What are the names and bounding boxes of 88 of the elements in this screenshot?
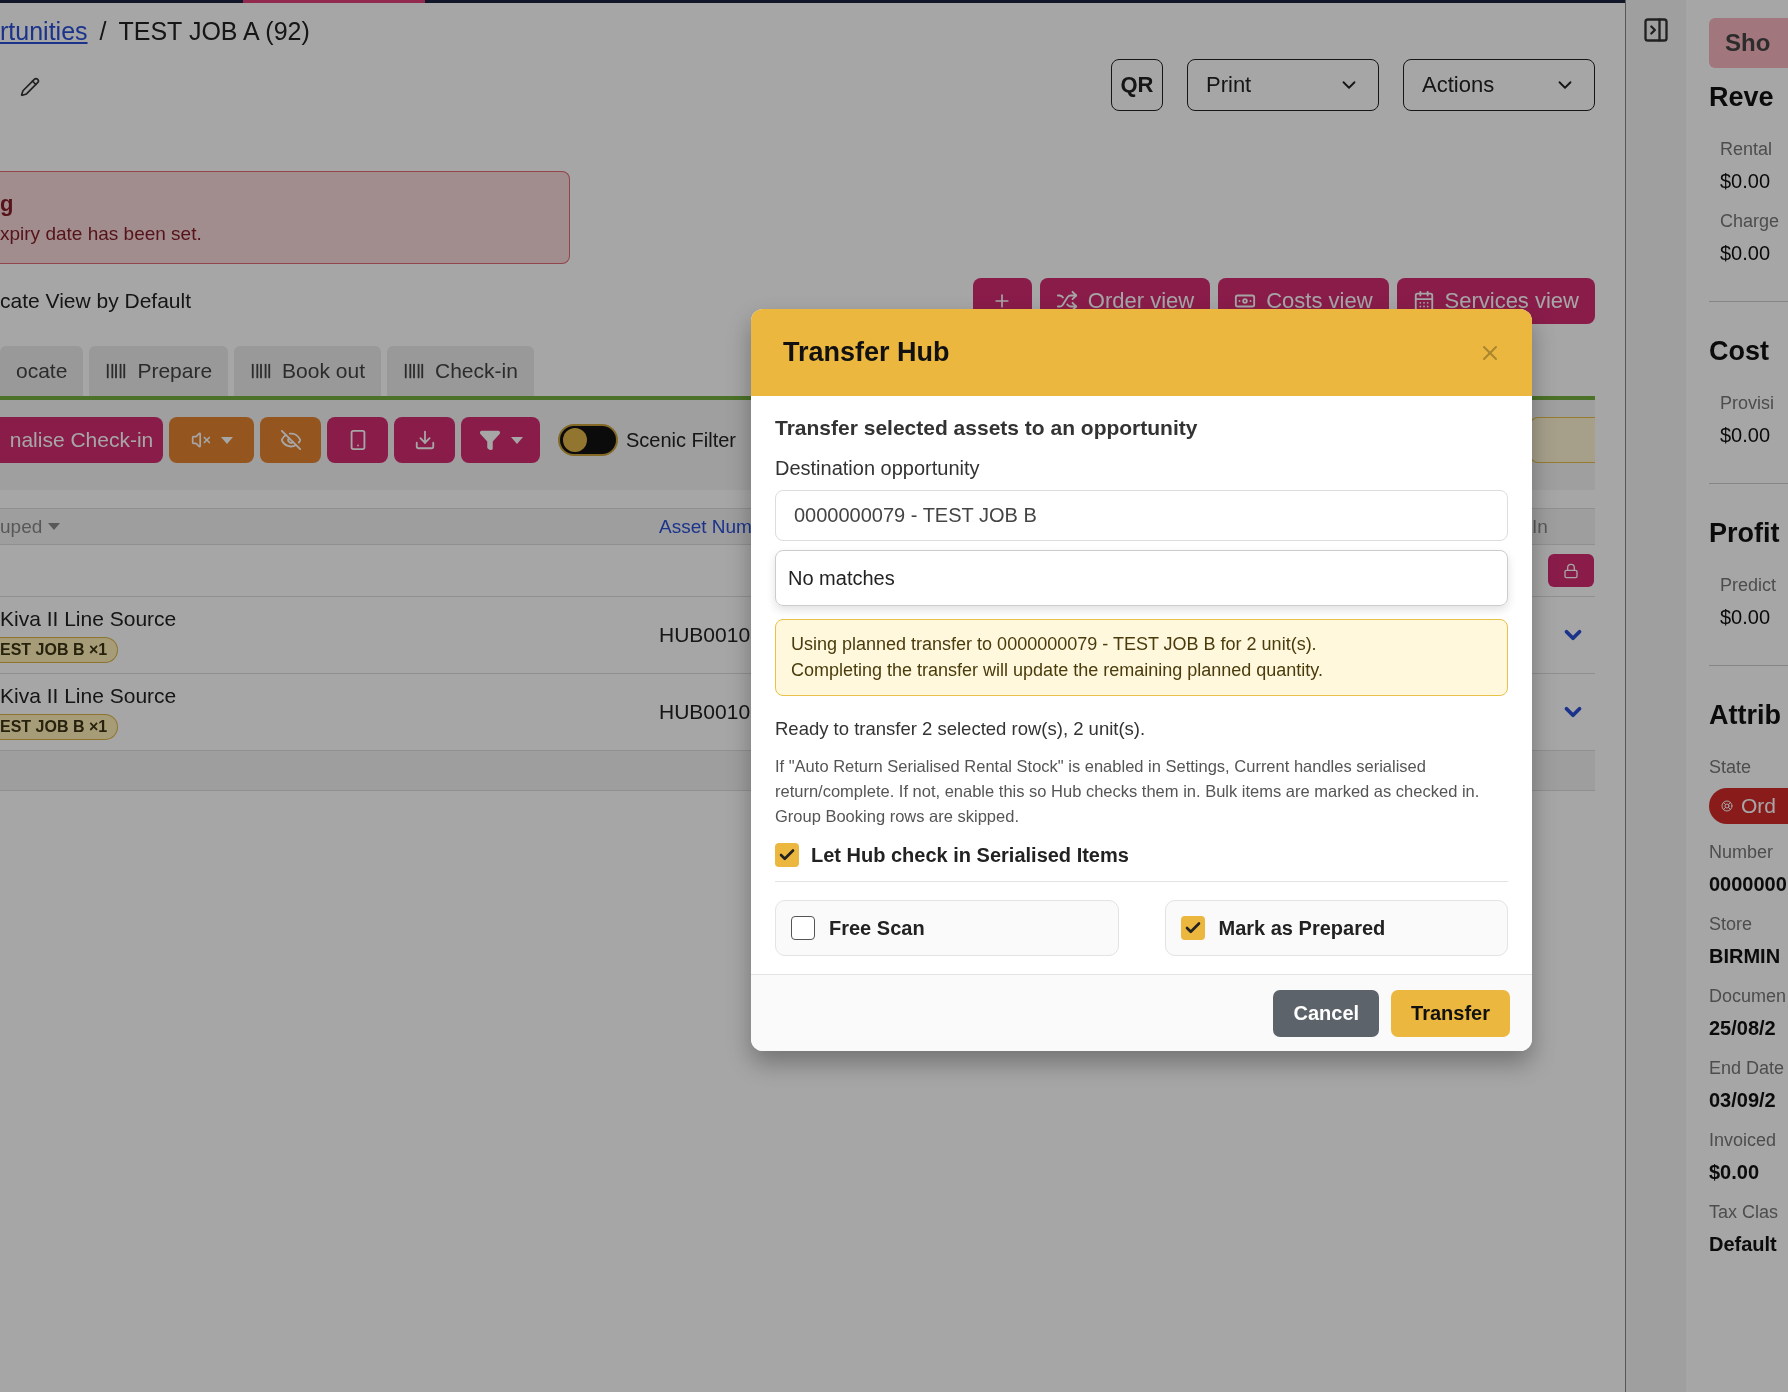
field-value: $0.00 <box>1720 170 1772 193</box>
section-title: Cost <box>1709 336 1770 367</box>
field-label: Number <box>1709 842 1775 863</box>
checkbox[interactable] <box>791 916 815 940</box>
job-tag: EST JOB B ×1 <box>0 637 119 663</box>
asset-number: HUB0010 <box>659 623 751 647</box>
pencil-icon[interactable] <box>20 77 40 97</box>
tab[interactable]: Check-in <box>387 346 534 396</box>
section-title: Reve <box>1709 82 1775 113</box>
cancel-button[interactable]: Cancel <box>1273 989 1380 1037</box>
field-value: Default <box>1709 1233 1778 1256</box>
checkbox-label: Free Scan <box>829 916 925 940</box>
option-card[interactable]: Free Scan <box>775 900 1119 956</box>
job-tag: EST JOB B ×1 <box>0 714 119 740</box>
lock-button[interactable] <box>1548 554 1594 587</box>
field-value: 25/08/2 <box>1709 1017 1777 1040</box>
notice-text: Using planned transfer to 0000000079 - TEST JOB B for 2 unit(s). <box>791 634 1318 655</box>
checkbox-label: Let Hub check in Serialised Items <box>811 843 1129 867</box>
caret-icon <box>510 436 523 444</box>
mobile-button[interactable] <box>327 417 388 463</box>
download-button[interactable] <box>394 417 455 463</box>
sidebar-toggle-icon[interactable] <box>1642 16 1670 44</box>
toggle-switch[interactable] <box>558 424 618 456</box>
transfer-button[interactable]: Transfer <box>1391 989 1510 1037</box>
field-label: Destination opportunity <box>775 457 981 480</box>
show-button[interactable]: Sho <box>1709 18 1788 68</box>
field-value: $0.00 <box>1709 1161 1761 1184</box>
field-label: Store <box>1709 914 1754 935</box>
section-title: Attrib <box>1709 700 1782 731</box>
tab[interactable]: Prepare <box>89 346 229 396</box>
caret-icon <box>220 436 233 444</box>
option-card[interactable]: Mark as Prepared <box>1164 900 1508 956</box>
dropdown-button[interactable]: Print <box>1187 59 1379 111</box>
column-header[interactable]: Asset Num <box>659 515 752 538</box>
help-text: If "Auto Return Serialised Rental Stock" is enabled in Settings, Current handles serialised return/complete. If not, enable this so Hub checks them in. Bulk items are marked as checked in. Group Booking rows are skipped. <box>775 756 1481 827</box>
qr-button[interactable]: QR <box>1111 59 1163 111</box>
modal-subtitle: Transfer selected assets to an opportunity <box>775 416 1199 440</box>
asset-number: HUB0010 <box>659 700 751 724</box>
filter-dropdown-button[interactable] <box>461 417 540 463</box>
breadcrumb-separator: / <box>99 16 107 46</box>
alert-message: xpiry date has been set. <box>0 222 203 245</box>
eye-off-icon <box>279 429 302 451</box>
summary-text: Ready to transfer 2 selected row(s), 2 unit(s). <box>775 718 1147 740</box>
field-label: Invoiced <box>1709 1130 1778 1151</box>
field-label: End Date <box>1709 1058 1786 1079</box>
column-header[interactable]: uped <box>0 515 61 538</box>
breadcrumb-current: TEST JOB A (92) <box>118 16 310 46</box>
tab[interactable]: Book out <box>234 346 381 396</box>
checkbox[interactable] <box>775 843 799 867</box>
tab[interactable]: ocate <box>0 346 84 396</box>
dropdown-button[interactable]: Actions <box>1403 59 1595 111</box>
modal-title: Transfer Hub <box>783 337 950 368</box>
checkbox-label: Mark as Prepared <box>1218 916 1386 940</box>
notice-text: Completing the transfer will update the remaining planned quantity. <box>791 660 1324 681</box>
field-value: BIRMIN <box>1709 945 1782 968</box>
download-icon <box>413 429 436 451</box>
suggestion-list[interactable]: No matches <box>775 550 1508 606</box>
muted-speaker-icon <box>190 430 211 450</box>
breadcrumb-link[interactable]: rtunities <box>0 16 88 46</box>
item-name: Kiva II Line Source <box>0 607 178 631</box>
field-label: Charge <box>1720 211 1781 232</box>
field-label: Predict <box>1720 575 1778 596</box>
section-title: Profit <box>1709 518 1781 549</box>
notice-panel <box>1530 417 1595 463</box>
field-value: 0000000 <box>1709 873 1788 896</box>
filter-icon <box>478 429 501 451</box>
field-value: $0.00 <box>1720 606 1772 629</box>
field-value: 03/09/2 <box>1709 1089 1777 1112</box>
column-header: In <box>1532 515 1548 538</box>
item-name: Kiva II Line Source <box>0 684 178 708</box>
hide-button[interactable] <box>260 417 321 463</box>
destination-field[interactable]: 0000000079 - TEST JOB B <box>775 490 1508 541</box>
alert-title: g <box>0 190 15 217</box>
lock-icon <box>1563 562 1579 579</box>
field-value: $0.00 <box>1720 242 1772 265</box>
field-label: Documen <box>1709 986 1788 1007</box>
field-value: $0.00 <box>1720 424 1772 447</box>
checkbox[interactable] <box>1180 916 1205 940</box>
field-label: State <box>1709 757 1753 778</box>
finalise-button[interactable]: nalise Check-in <box>0 417 163 463</box>
default-view-label: cate View by Default <box>0 289 192 313</box>
caret-icon <box>48 523 61 530</box>
field-label: Tax Clas <box>1709 1202 1780 1223</box>
field-label: Rental <box>1720 139 1774 160</box>
field-label: Provisi <box>1720 393 1775 414</box>
calendar-icon <box>1412 290 1435 312</box>
toggle-label: Scenic Filter <box>626 428 737 452</box>
state-badge: Ord <box>1709 788 1788 824</box>
